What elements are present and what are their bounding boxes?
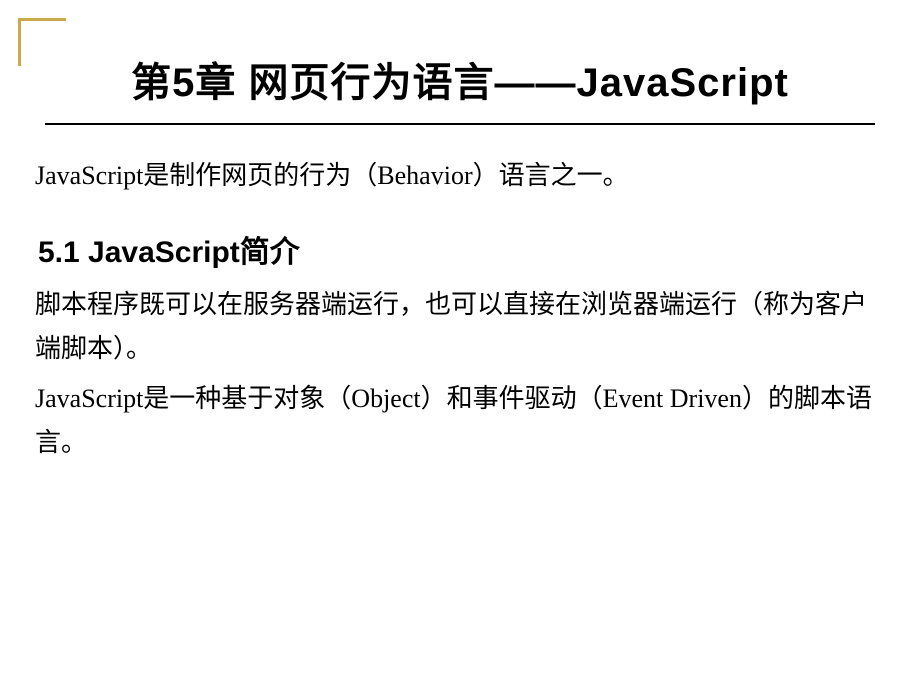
section-heading: 5.1 JavaScript简介 bbox=[38, 227, 882, 271]
intro-text: JavaScript是制作网页的行为（Behavior）语言之一。 bbox=[35, 155, 885, 197]
slide-content: 第5章 网页行为语言——JavaScript JavaScript是制作网页的行… bbox=[0, 0, 920, 501]
chapter-title: 第5章 网页行为语言——JavaScript bbox=[30, 50, 890, 108]
body-paragraph-1: 脚本程序既可以在服务器端运行，也可以直接在浏览器端运行（称为客户端脚本）。 bbox=[35, 283, 885, 371]
corner-accent bbox=[18, 18, 66, 66]
title-underline bbox=[45, 123, 875, 125]
body-paragraph-2: JavaScript是一种基于对象（Object）和事件驱动（Event Dri… bbox=[35, 377, 885, 465]
